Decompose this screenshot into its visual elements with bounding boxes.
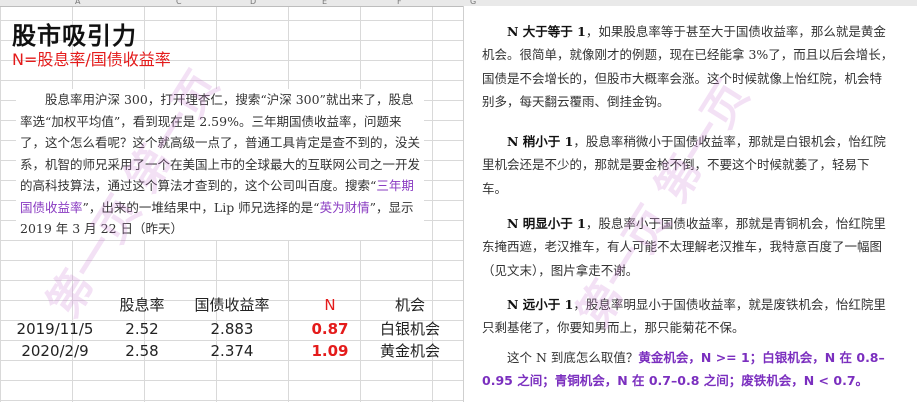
header-n[interactable]: N	[300, 294, 360, 316]
cell-dividend[interactable]: 2.52	[102, 318, 182, 340]
cell-bond[interactable]: 2.374	[182, 340, 282, 362]
para2-bold: N 稍小于 1	[507, 134, 574, 149]
highlight-investing: 英为财情	[319, 199, 370, 215]
para1-bold: N 大于等于 1	[507, 24, 586, 39]
summary-lead: 这个 N 到底怎么取值？	[507, 350, 639, 365]
para3-bold: N 明显小于 1	[507, 216, 586, 231]
table-row: 2019/11/5 2.52 2.883 0.87 白银机会	[0, 318, 463, 340]
cell-n[interactable]: 0.87	[300, 318, 360, 340]
para4-bold: N 远小于 1	[507, 297, 574, 312]
formula-text[interactable]: N=股息率/国债收益率	[12, 46, 171, 70]
header-dividend[interactable]: 股息率	[102, 294, 182, 316]
cell-date[interactable]: 2019/11/5	[10, 318, 100, 340]
table-header-row: 股息率 国债收益率 N 机会	[0, 294, 463, 316]
explanation-part-1: 股息率用沪深 300，打开理杏仁，搜索“沪深 300”就出来了，股息率选“加权平…	[20, 92, 421, 193]
cell-n[interactable]: 1.09	[300, 340, 360, 362]
paragraph-n-far-less: N 远小于 1，股息率明显小于国债收益率，就是废铁机会，怡红院里只剩基佬了，你要…	[482, 293, 894, 340]
explanation-part-2: ”，出来的一堆结果中，Lip 师兄选择的是“	[82, 199, 320, 215]
header-chance[interactable]: 机会	[370, 294, 450, 316]
paragraph-n-clearly-less: N 明显小于 1，股息率小于国债收益率，那就是青铜机会，怡红院里东掩西遮，老汉推…	[482, 212, 894, 282]
cell-chance[interactable]: 黄金机会	[370, 340, 450, 362]
header-bond-yield[interactable]: 国债收益率	[182, 294, 282, 316]
paragraph-summary: 这个 N 到底怎么取值？黄金机会，N >= 1；白银机会，N 在 0.8–0.9…	[482, 346, 894, 393]
right-text-panel[interactable]: N 大于等于 1，如果股息率等于甚至大于国债收益率，那么就是黄金机会。很简单，就…	[463, 6, 917, 402]
cell-bond[interactable]: 2.883	[182, 318, 282, 340]
table-row: 2020/2/9 2.58 2.374 1.09 黄金机会	[0, 340, 463, 362]
left-panel: 股市吸引力 N=股息率/国债收益率 股息率用沪深 300，打开理杏仁，搜索“沪深…	[0, 6, 463, 402]
cell-chance[interactable]: 白银机会	[370, 318, 450, 340]
paragraph-n-slightly-less: N 稍小于 1，股息率稍微小于国债收益率，那就是白银机会，怡红院里机会还是不少的…	[482, 130, 894, 200]
cell-date[interactable]: 2020/2/9	[10, 340, 100, 362]
paragraph-n-ge-1: N 大于等于 1，如果股息率等于甚至大于国债收益率，那么就是黄金机会。很简单，就…	[482, 20, 894, 113]
cell-dividend[interactable]: 2.58	[102, 340, 182, 362]
explanation-text-box[interactable]: 股息率用沪深 300，打开理杏仁，搜索“沪深 300”就出来了，股息率选“加权平…	[16, 89, 424, 240]
